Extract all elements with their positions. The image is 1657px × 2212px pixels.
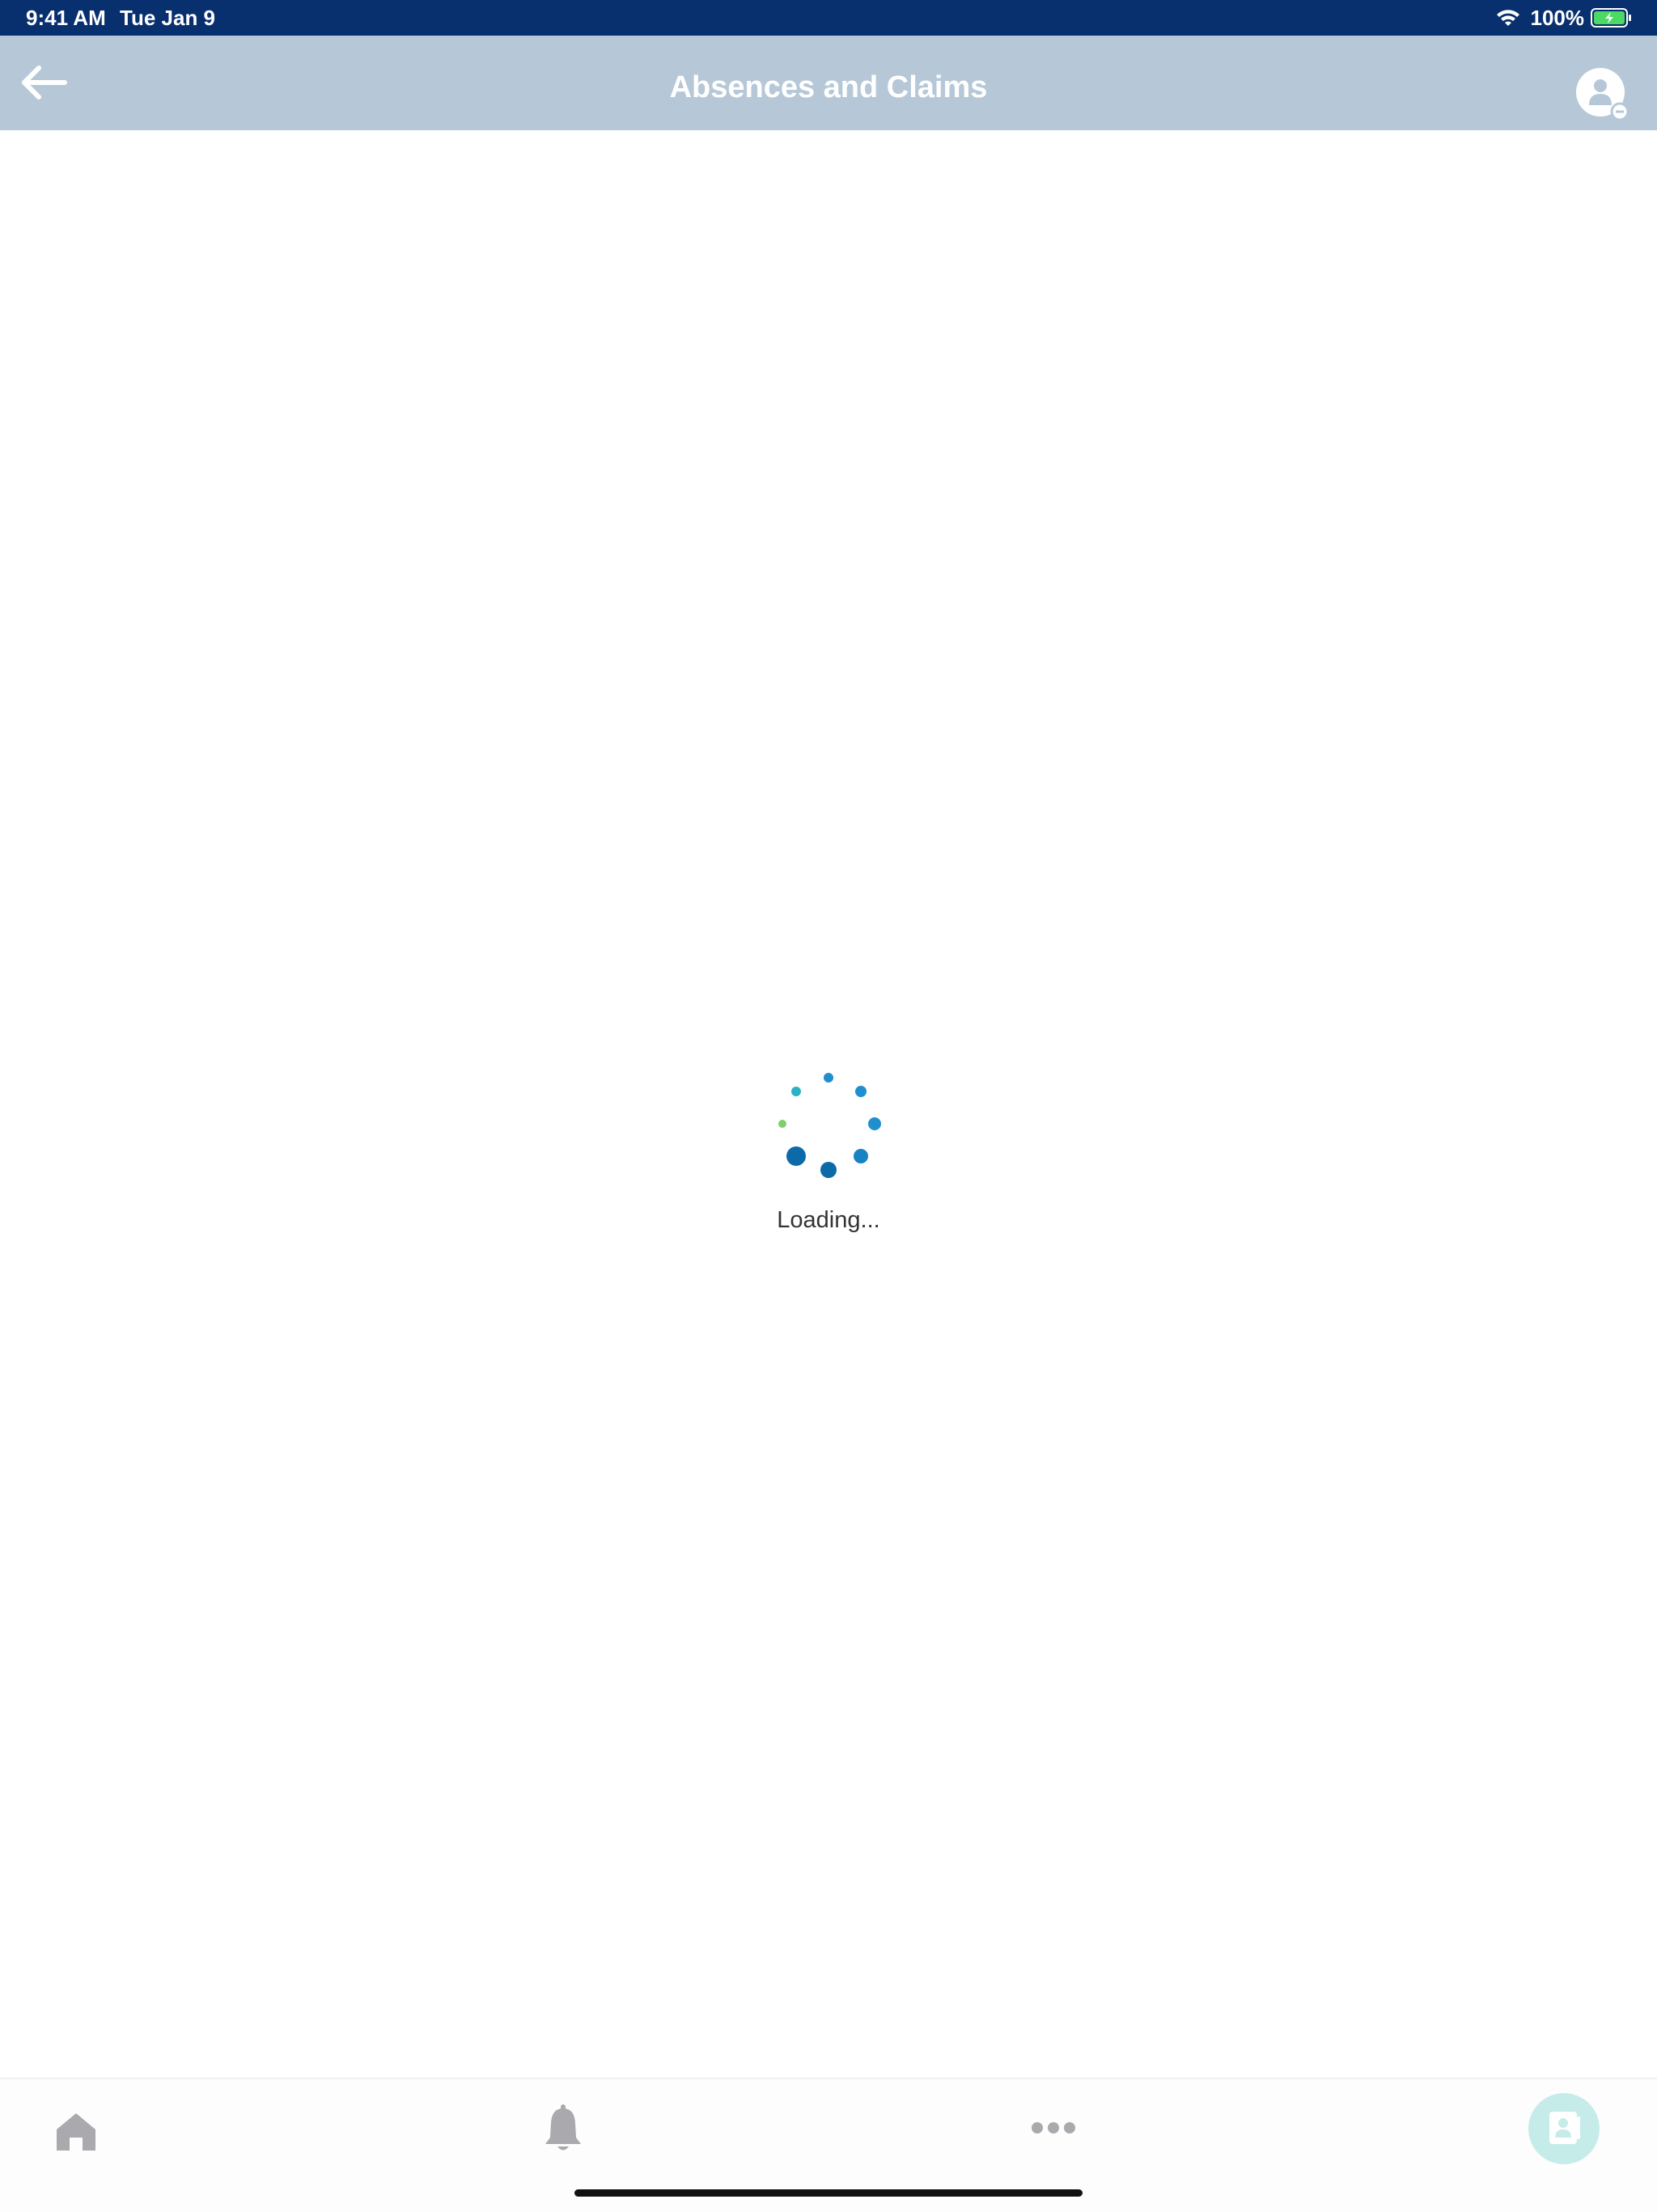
spinner-dot xyxy=(786,1146,806,1166)
tab-more[interactable] xyxy=(1031,2118,1076,2138)
bell-icon xyxy=(545,2104,581,2151)
navigation-bar: Absences and Claims xyxy=(0,36,1657,130)
battery-percentage: 100% xyxy=(1530,5,1585,30)
spinner-dot xyxy=(791,1087,801,1096)
more-dots-icon xyxy=(1032,2122,1075,2134)
profile-button[interactable] xyxy=(1574,66,1633,125)
page-title: Absences and Claims xyxy=(669,70,988,104)
spinner-dot xyxy=(778,1120,786,1128)
loading-spinner-icon xyxy=(778,1073,881,1178)
tab-notifications[interactable] xyxy=(542,2104,584,2154)
spinner-dot xyxy=(855,1086,867,1097)
status-indicators: 100% xyxy=(1495,3,1634,32)
status-bar: 9:41 AM Tue Jan 9 100% xyxy=(0,0,1657,36)
user-profile-icon xyxy=(1576,68,1629,121)
loading-text: Loading... xyxy=(777,1207,880,1233)
contact-card-icon xyxy=(1528,2093,1600,2164)
home-indicator[interactable] xyxy=(574,2189,1083,2197)
spinner-dot xyxy=(868,1117,881,1130)
battery-charging-icon xyxy=(1591,7,1633,28)
loading-spinner xyxy=(764,1063,893,1193)
status-time: 9:41 AM xyxy=(26,6,106,30)
tab-home[interactable] xyxy=(53,2110,99,2154)
tab-contact[interactable] xyxy=(1528,2092,1600,2165)
wifi-icon xyxy=(1495,8,1521,28)
spinner-dot xyxy=(854,1149,868,1163)
status-date: Tue Jan 9 xyxy=(120,6,216,30)
spinner-dot xyxy=(824,1073,833,1083)
home-icon xyxy=(57,2113,95,2151)
spinner-dot xyxy=(820,1162,837,1178)
